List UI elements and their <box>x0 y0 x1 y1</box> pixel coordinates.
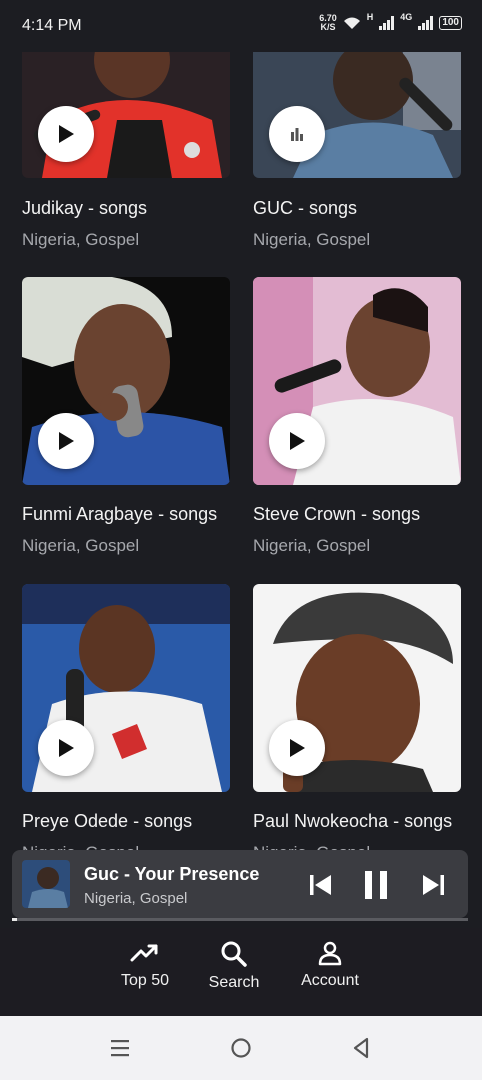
play-icon <box>290 739 305 757</box>
playback-progress[interactable] <box>12 918 468 921</box>
nav-top50-label: Top 50 <box>120 972 170 989</box>
artist-subtitle: Nigeria, Gospel <box>253 536 371 555</box>
status-icons: 6.70 K/S H 4G 100 <box>319 12 462 32</box>
system-navigation-bar <box>0 1016 482 1080</box>
nav-account-label: Account <box>301 972 359 989</box>
artist-title[interactable]: Judikay - songs <box>22 198 147 219</box>
network-type-2: 4G <box>400 12 413 22</box>
network-speed: 6.70 K/S <box>319 14 337 32</box>
network-type-1: H <box>366 12 374 22</box>
status-bar: 4:14 PM 6.70 K/S H 4G 100 <box>0 0 482 52</box>
artist-thumbnail[interactable] <box>253 52 461 178</box>
artist-thumbnail[interactable] <box>22 52 230 178</box>
artist-grid: Judikay - songs Nigeria, Gospel GUC - so… <box>0 52 482 852</box>
artist-title[interactable]: Preye Odede - songs <box>22 811 192 832</box>
playback-progress-fill <box>12 918 17 921</box>
play-button[interactable] <box>38 106 94 162</box>
play-icon <box>59 432 74 450</box>
person-icon <box>318 941 342 966</box>
trending-up-icon <box>130 944 158 962</box>
now-playing-artwork[interactable] <box>22 860 70 908</box>
artist-title[interactable]: Funmi Aragbaye - songs <box>22 504 217 525</box>
now-playing-title[interactable]: Guc - Your Presence <box>84 864 259 885</box>
bottom-navigation: Top 50 Search Account <box>0 928 482 1016</box>
play-button[interactable] <box>269 413 325 469</box>
play-icon <box>59 739 74 757</box>
skip-previous-icon <box>310 875 331 895</box>
artist-title[interactable]: Paul Nwokeocha - songs <box>253 811 452 832</box>
artist-title[interactable]: Steve Crown - songs <box>253 504 420 525</box>
play-button[interactable] <box>38 720 94 776</box>
home-circle-icon <box>231 1038 251 1058</box>
now-playing-subtitle: Nigeria, Gospel <box>84 890 188 907</box>
nav-search[interactable]: Search <box>189 940 279 992</box>
pause-icon <box>365 871 387 899</box>
artist-subtitle: Nigeria, Gospel <box>253 230 371 249</box>
nav-top50[interactable]: Top 50 <box>100 940 190 990</box>
mini-player[interactable]: Guc - Your Presence Nigeria, Gospel <box>12 850 468 918</box>
network-speed-unit: K/S <box>320 22 336 32</box>
pause-button[interactable] <box>358 868 394 902</box>
equalizer-icon <box>291 128 303 141</box>
nav-account[interactable]: Account <box>285 940 375 990</box>
artist-thumbnail[interactable] <box>253 277 461 485</box>
back-button[interactable] <box>349 1036 373 1060</box>
play-button[interactable] <box>38 413 94 469</box>
artist-title[interactable]: GUC - songs <box>253 198 357 219</box>
play-button[interactable] <box>269 720 325 776</box>
next-button[interactable] <box>416 868 450 902</box>
artist-subtitle: Nigeria, Gospel <box>22 230 140 249</box>
status-time: 4:14 PM <box>22 17 82 34</box>
recents-button[interactable] <box>108 1036 132 1060</box>
back-triangle-icon <box>353 1037 369 1059</box>
wifi-icon <box>343 17 360 29</box>
menu-icon <box>111 1040 129 1057</box>
play-icon <box>290 432 305 450</box>
battery-icon: 100 <box>439 16 462 30</box>
signal-icon-2 <box>418 16 434 30</box>
artist-thumbnail[interactable] <box>22 277 230 485</box>
nav-search-label: Search <box>208 974 260 991</box>
artist-thumbnail[interactable] <box>253 584 461 792</box>
playing-button[interactable] <box>269 106 325 162</box>
previous-button[interactable] <box>304 868 338 902</box>
artist-thumbnail[interactable] <box>22 584 230 792</box>
signal-icon <box>379 16 395 30</box>
skip-next-icon <box>423 875 444 895</box>
home-button[interactable] <box>229 1036 253 1060</box>
play-icon <box>59 125 74 143</box>
search-icon <box>221 941 247 967</box>
artist-subtitle: Nigeria, Gospel <box>22 536 140 555</box>
